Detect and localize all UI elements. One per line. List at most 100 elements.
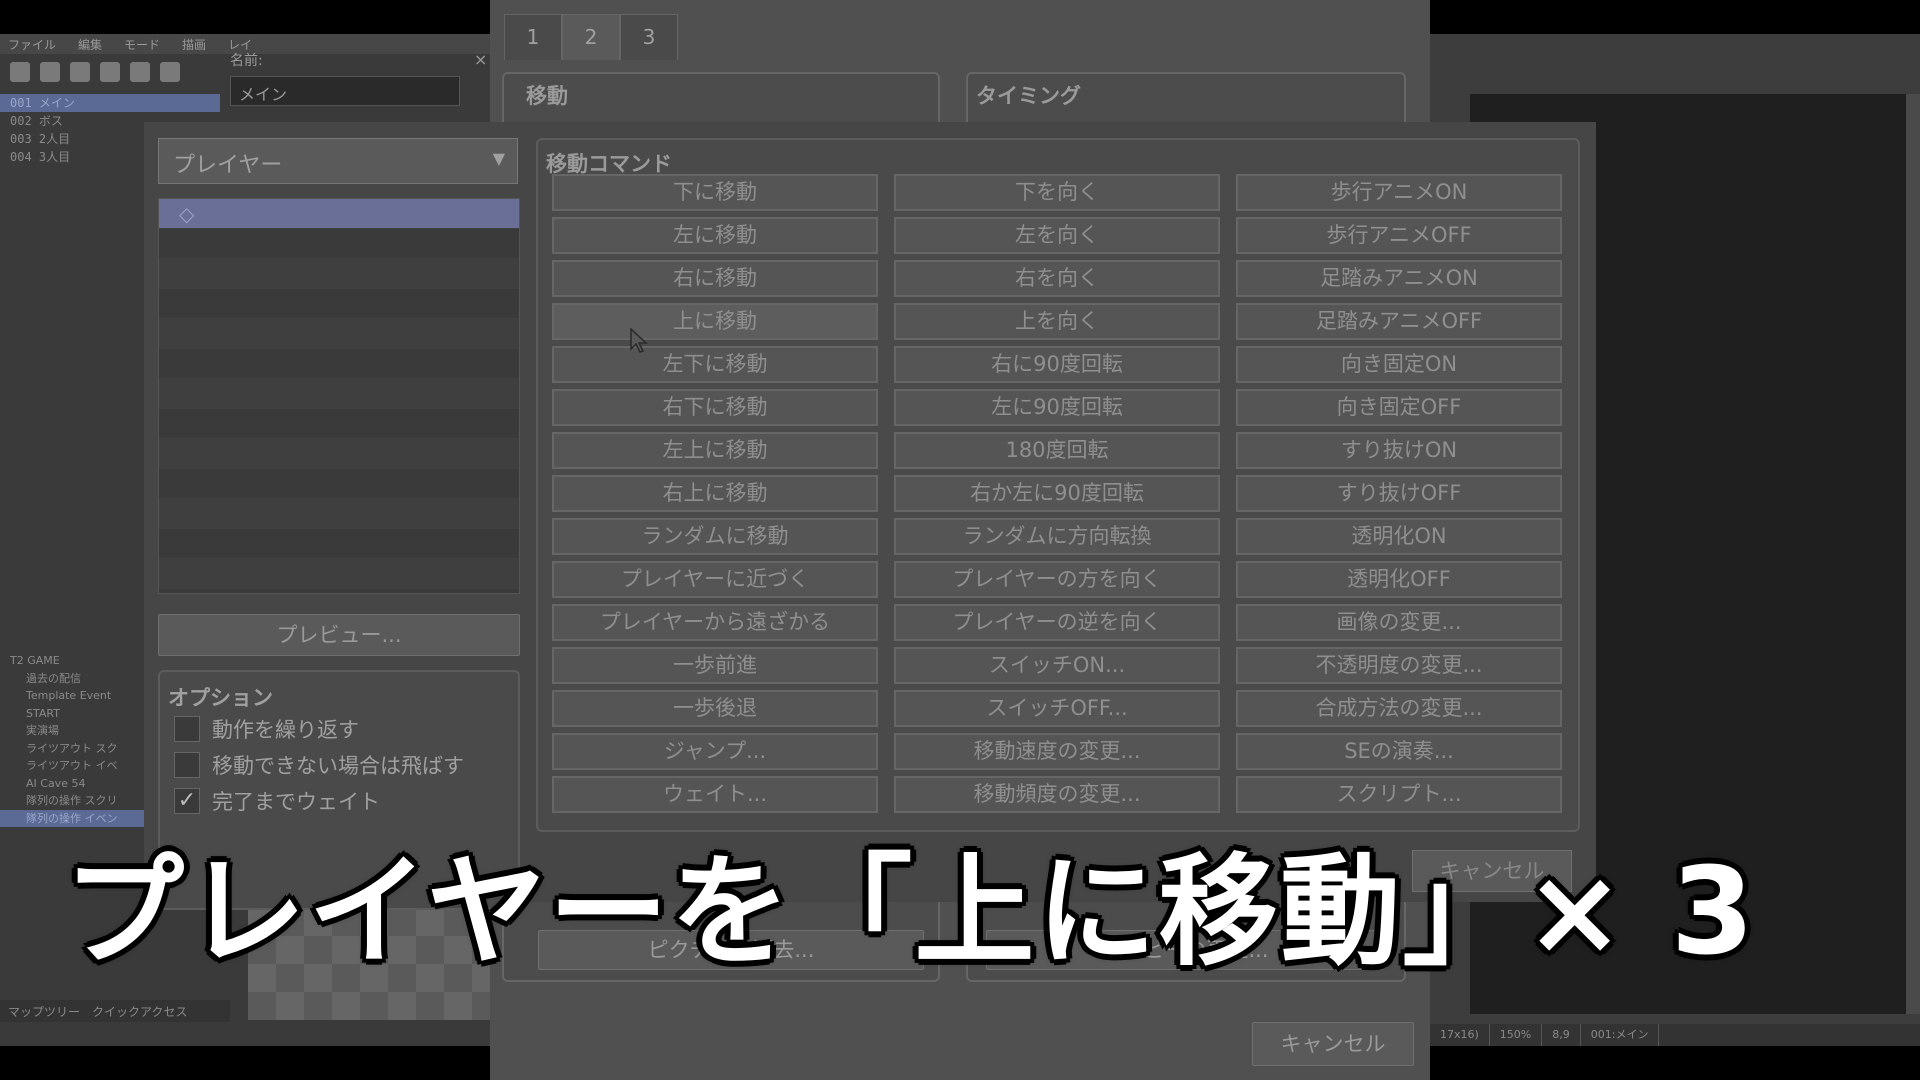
route-row[interactable] (159, 259, 519, 289)
tree-item[interactable]: ライツアウト イベ (0, 757, 150, 775)
new-icon[interactable] (10, 62, 30, 82)
move-command-button[interactable]: ランダムに移動 (552, 518, 878, 555)
move-command-button[interactable]: 歩行アニメON (1236, 174, 1562, 211)
move-command-button[interactable]: ランダムに方向転換 (894, 518, 1220, 555)
move-command-button[interactable]: すり抜けON (1236, 432, 1562, 469)
move-command-button[interactable]: 向き固定OFF (1236, 389, 1562, 426)
move-command-button[interactable]: ウェイト... (552, 776, 878, 813)
move-command-button[interactable]: 左に90度回転 (894, 389, 1220, 426)
route-row[interactable] (159, 349, 519, 379)
preview-button[interactable]: プレビュー... (158, 614, 520, 656)
move-command-button[interactable]: 左下に移動 (552, 346, 878, 383)
option-wait[interactable]: ✓ 完了までウェイト (174, 786, 380, 816)
route-row[interactable] (159, 319, 519, 349)
move-command-button[interactable]: 左上に移動 (552, 432, 878, 469)
route-row-selected[interactable]: ◇ (159, 199, 519, 229)
route-row[interactable] (159, 529, 519, 559)
option-repeat[interactable]: 動作を繰り返す (174, 714, 359, 744)
tab-page-1[interactable]: 1 (504, 14, 562, 60)
menu-file[interactable]: ファイル (8, 36, 56, 53)
move-command-button[interactable]: 右上に移動 (552, 475, 878, 512)
move-command-button[interactable]: すり抜けOFF (1236, 475, 1562, 512)
move-command-button[interactable]: 右に移動 (552, 260, 878, 297)
move-command-button[interactable]: 移動頻度の変更... (894, 776, 1220, 813)
tab-page-2[interactable]: 2 (562, 14, 620, 60)
repeat-checkbox[interactable] (174, 716, 200, 742)
move-command-button[interactable]: スイッチON... (894, 647, 1220, 684)
move-command-button[interactable]: 下を向く (894, 174, 1220, 211)
move-command-button[interactable]: スクリプト... (1236, 776, 1562, 813)
route-row[interactable] (159, 229, 519, 259)
character-select[interactable]: プレイヤー ▼ (158, 138, 518, 184)
name-field[interactable]: メイン (230, 76, 460, 106)
map-list-item[interactable]: 001 メイン (0, 94, 220, 112)
move-command-button[interactable]: 画像の変更... (1236, 604, 1562, 641)
eraser-icon[interactable] (70, 62, 90, 82)
route-row[interactable] (159, 439, 519, 469)
move-command-button[interactable]: 一歩前進 (552, 647, 878, 684)
move-command-button[interactable]: プレイヤーに近づく (552, 561, 878, 598)
tab-page-3[interactable]: 3 (620, 14, 678, 60)
move-command-button[interactable]: 透明化ON (1236, 518, 1562, 555)
move-command-button[interactable]: スイッチOFF... (894, 690, 1220, 727)
menu-mode[interactable]: モード (124, 36, 160, 53)
mouse-cursor-icon (630, 328, 648, 353)
move-command-button[interactable]: 左に移動 (552, 217, 878, 254)
move-command-button[interactable]: 透明化OFF (1236, 561, 1562, 598)
tree-item[interactable]: START (0, 705, 150, 723)
tree-item[interactable]: T2 GAME (0, 652, 150, 670)
scrollbar[interactable] (1906, 94, 1920, 1014)
tree-item[interactable]: ライツアウト スク (0, 740, 150, 758)
wait-checkbox[interactable]: ✓ (174, 788, 200, 814)
route-row[interactable] (159, 409, 519, 439)
move-command-button[interactable]: プレイヤーの逆を向く (894, 604, 1220, 641)
move-command-button[interactable]: 180度回転 (894, 432, 1220, 469)
move-command-button[interactable]: 上を向く (894, 303, 1220, 340)
move-command-button[interactable]: 向き固定ON (1236, 346, 1562, 383)
menu-draw[interactable]: 描画 (182, 36, 206, 53)
move-command-button[interactable]: 不透明度の変更... (1236, 647, 1562, 684)
move-command-button[interactable]: 右か左に90度回転 (894, 475, 1220, 512)
cut-icon[interactable] (100, 62, 120, 82)
move-command-button[interactable]: プレイヤーの方を向く (894, 561, 1220, 598)
route-row[interactable] (159, 559, 519, 589)
tab-map-tree[interactable]: マップツリー (8, 1003, 80, 1020)
move-command-button[interactable]: 足踏みアニメON (1236, 260, 1562, 297)
tree-item[interactable]: 過去の配信 (0, 670, 150, 688)
move-command-button[interactable]: 左を向く (894, 217, 1220, 254)
route-row[interactable] (159, 379, 519, 409)
status-bar: 17x16) 150% 8,9 001:メイン (1430, 1024, 1920, 1046)
move-command-button[interactable]: 移動速度の変更... (894, 733, 1220, 770)
move-command-button[interactable]: 足踏みアニメOFF (1236, 303, 1562, 340)
tree-item[interactable]: 隊列の操作 スクリ (0, 792, 150, 810)
move-command-button[interactable]: 一歩後退 (552, 690, 878, 727)
skip-checkbox[interactable] (174, 752, 200, 778)
option-skip[interactable]: 移動できない場合は飛ばす (174, 750, 464, 780)
paste-icon[interactable] (160, 62, 180, 82)
menu-edit[interactable]: 編集 (78, 36, 102, 53)
move-command-button[interactable]: 合成方法の変更... (1236, 690, 1562, 727)
tree-item[interactable]: 実演場 (0, 722, 150, 740)
move-command-button[interactable]: 下に移動 (552, 174, 878, 211)
move-command-button[interactable]: 右を向く (894, 260, 1220, 297)
option-label: 完了までウェイト (212, 790, 380, 814)
tree-item[interactable]: AI Cave 54 (0, 775, 150, 793)
move-command-button[interactable]: プレイヤーから遠ざかる (552, 604, 878, 641)
copy-icon[interactable] (130, 62, 150, 82)
cancel-button[interactable]: キャンセル (1252, 1022, 1414, 1066)
route-row[interactable] (159, 289, 519, 319)
move-command-button[interactable]: 歩行アニメOFF (1236, 217, 1562, 254)
character-select-value: プレイヤー (173, 153, 283, 178)
open-icon[interactable] (40, 62, 60, 82)
move-command-button[interactable]: ジャンプ... (552, 733, 878, 770)
route-row[interactable] (159, 499, 519, 529)
move-command-button[interactable]: 右下に移動 (552, 389, 878, 426)
route-row[interactable] (159, 469, 519, 499)
move-command-button[interactable]: 右に90度回転 (894, 346, 1220, 383)
tab-quick-access[interactable]: クイックアクセス (92, 1003, 187, 1020)
tree-item[interactable]: Template Event (0, 687, 150, 705)
close-icon[interactable]: × (474, 50, 487, 69)
move-command-button[interactable]: 上に移動 (552, 303, 878, 340)
route-list[interactable]: ◇ (158, 198, 520, 594)
move-command-button[interactable]: SEの演奏... (1236, 733, 1562, 770)
